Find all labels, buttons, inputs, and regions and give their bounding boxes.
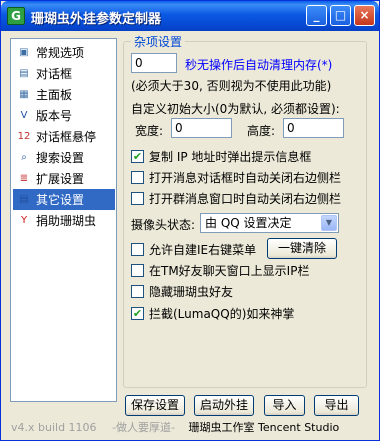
nav-item-2[interactable]: ▦ 主面板 xyxy=(13,84,115,105)
nav-item-1[interactable]: ▤ 对话框 xyxy=(13,63,115,84)
option-checkbox-label: 隐藏珊瑚虫好友 xyxy=(149,284,234,299)
slogan-text: -做人要厚道- xyxy=(112,421,176,434)
nav-item-label: 捐助珊瑚虫 xyxy=(36,214,97,228)
close-button[interactable]: × xyxy=(354,5,375,26)
checkbox-checked[interactable]: ✔ xyxy=(131,149,144,163)
chevron-down-icon[interactable]: ▼ xyxy=(321,215,337,231)
option-checkbox-label: 允许自建IE右键菜单 xyxy=(149,242,257,257)
nav-item-8[interactable]: Y 捐助珊瑚虫 xyxy=(13,210,115,231)
nav-item-label: 常规选项 xyxy=(36,46,85,60)
one-click-clear-button[interactable]: 一键清除 xyxy=(267,238,337,259)
nav-item-label: 对话框悬停 xyxy=(36,130,97,144)
save-settings-button[interactable]: 保存设置 xyxy=(125,395,185,416)
option-checkbox-label: 复制 IP 地址时弹出提示信息框 xyxy=(149,149,312,164)
nav-item-0[interactable]: ▣ 常规选项 xyxy=(13,42,115,63)
dialog-icon: ▤ xyxy=(19,67,29,79)
nav-item-7[interactable]: ▤ 其它设置 xyxy=(13,189,115,210)
option-checkbox-row[interactable]: 在TM好友聊天窗口上显示IP栏 xyxy=(131,262,309,278)
nav-item-6[interactable]: ≣ 扩展设置 xyxy=(13,168,115,189)
app-icon: G xyxy=(7,7,25,25)
export-button[interactable]: 导出 xyxy=(314,395,359,416)
option-checkbox-row[interactable]: 隐藏珊瑚虫好友 xyxy=(131,283,233,299)
nav-item-4[interactable]: 12 对话框悬停 xyxy=(13,126,115,147)
import-button[interactable]: 导入 xyxy=(264,395,305,416)
nav-item-label: 对话框 xyxy=(36,67,73,81)
checkbox[interactable] xyxy=(131,284,144,298)
extension-icon: ≣ xyxy=(19,172,29,184)
magnifier-icon: ⌕ xyxy=(21,151,27,163)
camera-status-select[interactable]: 由 QQ 设置决定 ▼ xyxy=(200,213,339,233)
auto-clear-label: 秒无操作后自动清理内存(*) xyxy=(185,58,333,72)
nav-item-label: 版本号 xyxy=(36,109,73,123)
settings-icon: ▤ xyxy=(19,193,29,205)
option-checkbox-label: 打开群消息窗口时自动关闭右边侧栏 xyxy=(149,191,342,206)
version-text: v4.x build 1106 xyxy=(11,421,97,434)
option-checkbox-row[interactable]: ✔ 复制 IP 地址时弹出提示信息框 xyxy=(131,148,311,164)
nav-item-label: 扩展设置 xyxy=(36,172,85,186)
y-logo-icon: Y xyxy=(20,214,28,226)
nav-item-label: 主面板 xyxy=(36,88,73,102)
camera-status-value: 由 QQ 设置决定 xyxy=(205,216,292,230)
width-label: 宽度: xyxy=(135,124,164,138)
auto-clear-seconds-input[interactable]: 0 xyxy=(131,53,177,73)
width-input[interactable]: 0 xyxy=(171,118,232,138)
option-checkbox-row[interactable]: ✔ 拦截(LumaQQ的)如来神掌 xyxy=(131,305,294,321)
main-window: G 珊瑚虫外挂参数定制器 _ □ × ▣ 常规选项 ▤ 对话框 ▦ 主面板 V 版本号 12 对话… xyxy=(0,0,380,441)
checkbox-checked[interactable]: ✔ xyxy=(131,306,144,320)
option-checkbox-row[interactable]: 打开群消息窗口时自动关闭右边侧栏 xyxy=(131,190,341,206)
maximize-button[interactable]: □ xyxy=(330,5,351,26)
checkbox[interactable] xyxy=(131,170,144,184)
nav-item-label: 其它设置 xyxy=(36,193,85,207)
checkbox[interactable] xyxy=(131,263,144,277)
minimize-button[interactable]: _ xyxy=(306,5,327,26)
gear-window-icon: ▣ xyxy=(19,46,29,58)
height-input[interactable]: 0 xyxy=(283,118,344,138)
group-title: 杂项设置 xyxy=(131,33,186,50)
status-bar: v4.x build 1106 -做人要厚道- 珊瑚虫工作室 Tencent S… xyxy=(11,419,371,435)
option-checkbox-label: 在TM好友聊天窗口上显示IP栏 xyxy=(149,263,310,278)
auto-clear-note: (必须大于30, 否则视为不使用此功能) xyxy=(131,79,332,93)
panel-icon: ▦ xyxy=(19,88,29,100)
camera-status-label: 摄像头状态: xyxy=(131,218,196,232)
nav-item-3[interactable]: V 版本号 xyxy=(13,105,115,126)
title-bar[interactable]: G 珊瑚虫外挂参数定制器 _ □ × xyxy=(1,1,379,31)
window-title: 珊瑚虫外挂参数定制器 xyxy=(31,12,162,27)
custom-size-label: 自定义初始大小(0为默认, 必须都设置): xyxy=(131,102,340,116)
settings-nav-list[interactable]: ▣ 常规选项 ▤ 对话框 ▦ 主面板 V 版本号 12 对话框悬停 ⌕ 搜索设置 ≣ 扩展设置 ▤ 其它设置 Y… xyxy=(10,38,117,402)
version-icon: V xyxy=(20,109,28,121)
option-checkbox-label: 拦截(LumaQQ的)如来神掌 xyxy=(149,306,295,321)
start-plugin-button[interactable]: 启动外挂 xyxy=(194,395,254,416)
option-checkbox-row[interactable]: 允许自建IE右键菜单 xyxy=(131,241,256,257)
option-checkbox-label: 打开消息对话框时自动关闭右边侧栏 xyxy=(149,170,342,185)
nav-item-label: 搜索设置 xyxy=(36,151,85,165)
checkbox[interactable] xyxy=(131,242,144,256)
checkbox[interactable] xyxy=(131,191,144,205)
calendar-icon: 12 xyxy=(17,130,31,142)
studio-text: 珊瑚虫工作室 Tencent Studio xyxy=(188,421,340,434)
nav-item-5[interactable]: ⌕ 搜索设置 xyxy=(13,147,115,168)
height-label: 高度: xyxy=(247,124,276,138)
option-checkbox-row[interactable]: 打开消息对话框时自动关闭右边侧栏 xyxy=(131,169,341,185)
